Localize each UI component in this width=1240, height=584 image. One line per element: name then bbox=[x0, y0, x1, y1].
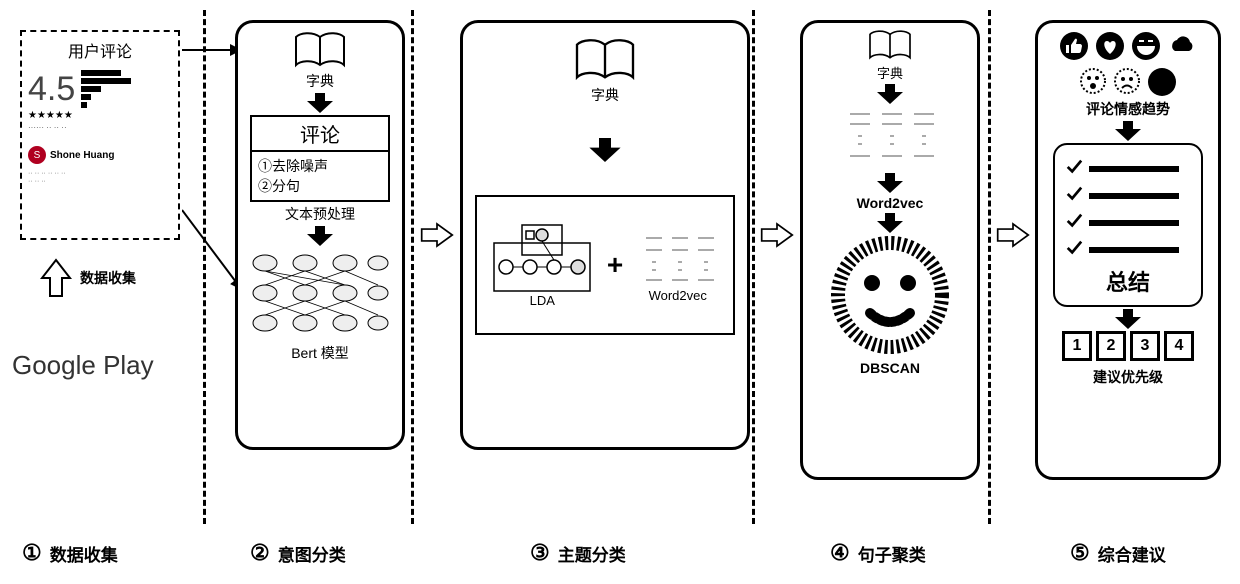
stage-label-1: ① 数据收集 bbox=[22, 540, 118, 566]
rating-value: 4.5 bbox=[28, 70, 75, 109]
topic-panel: 字典 LDA + bbox=[460, 20, 750, 450]
sad-icon bbox=[1113, 67, 1141, 95]
flow-arrow-1 bbox=[420, 220, 454, 250]
avatar: S bbox=[28, 146, 46, 164]
stage-num-5: ⑤ bbox=[1070, 540, 1090, 566]
w2v-label-4: Word2vec bbox=[857, 195, 924, 211]
dbscan-face-icon bbox=[830, 235, 950, 360]
surprised-icon bbox=[1079, 67, 1107, 95]
summary-panel: 评论情感趋势 总结 1 2 3 4 建议优先级 bbox=[1035, 20, 1221, 480]
stage-num-2: ② bbox=[250, 540, 270, 566]
check-item bbox=[1065, 238, 1191, 261]
dictionary-icon bbox=[290, 31, 350, 71]
dbscan-label: DBSCAN bbox=[860, 360, 920, 376]
stage-text-1: 数据收集 bbox=[50, 541, 118, 566]
sentiment-label: 评论情感趋势 bbox=[1086, 99, 1170, 119]
cluster-panel: 字典 Word2vec bbox=[800, 20, 980, 480]
thumbs-up-icon bbox=[1059, 31, 1089, 61]
dictionary-icon-3 bbox=[570, 37, 640, 85]
plus-sign: + bbox=[607, 249, 623, 281]
check-item bbox=[1065, 211, 1191, 234]
down-arrow-5a bbox=[1113, 119, 1143, 143]
emoji-row bbox=[1048, 31, 1208, 97]
dict-label-3: 字典 bbox=[591, 85, 619, 105]
collect-arrow: 数据收集 bbox=[40, 258, 136, 298]
down-arrow-2a bbox=[305, 91, 335, 115]
priority-3: 3 bbox=[1130, 331, 1160, 361]
stage-label-5: ⑤ 综合建议 bbox=[1070, 540, 1166, 566]
lda-label: LDA bbox=[530, 293, 555, 308]
cloud-icon bbox=[1167, 31, 1197, 61]
dictionary-icon-4 bbox=[865, 29, 915, 63]
angry-icon bbox=[1147, 67, 1177, 97]
user-review-title: 用户评论 bbox=[28, 38, 172, 62]
user-review-card: 用户评论 4.5 ★★★★★ ······ ·· ·· ·· S Shone H… bbox=[20, 30, 180, 240]
priority-4: 4 bbox=[1164, 331, 1194, 361]
down-arrow-2b bbox=[305, 224, 335, 248]
down-arrow-4c bbox=[875, 211, 905, 235]
collect-label: 数据收集 bbox=[80, 268, 136, 288]
lda-graph-icon: LDA bbox=[492, 223, 592, 308]
username: Shone Huang bbox=[50, 150, 114, 161]
stage-label-3: ③ 主题分类 bbox=[530, 540, 626, 566]
check-item bbox=[1065, 157, 1191, 180]
summary-label: 总结 bbox=[1065, 265, 1191, 297]
preprocess-step2: ②分句 bbox=[258, 176, 382, 196]
preprocess-label: 文本预处理 bbox=[285, 204, 355, 224]
stage-text-2: 意图分类 bbox=[278, 541, 346, 566]
preprocess-step1: ①去除噪声 bbox=[258, 156, 382, 176]
priority-label: 建议优先级 bbox=[1093, 367, 1163, 387]
check-item bbox=[1065, 184, 1191, 207]
rating-stars: ★★★★★ bbox=[28, 110, 172, 121]
intent-panel: 字典 评论 ①去除噪声 ②分句 文本预处理 bbox=[235, 20, 405, 450]
stage-text-4: 句子聚类 bbox=[858, 541, 926, 566]
stage-num-3: ③ bbox=[530, 540, 550, 566]
stage-label-4: ④ 句子聚类 bbox=[830, 540, 926, 566]
dict-label-2: 字典 bbox=[306, 71, 334, 91]
stage-label-2: ② 意图分类 bbox=[250, 540, 346, 566]
laugh-icon bbox=[1131, 31, 1161, 61]
bert-label: Bert 模型 bbox=[291, 343, 349, 363]
stage-num-1: ① bbox=[22, 540, 42, 566]
dict-label-4: 字典 bbox=[877, 63, 903, 82]
down-arrow-3 bbox=[587, 135, 623, 165]
down-arrow-4a bbox=[875, 82, 905, 106]
stage-text-3: 主题分类 bbox=[558, 541, 626, 566]
flow-arrow-2 bbox=[760, 220, 794, 250]
priority-2: 2 bbox=[1096, 331, 1126, 361]
bert-network-icon bbox=[250, 248, 390, 343]
w2v-label-3: Word2vec bbox=[649, 288, 707, 303]
stage-text-5: 综合建议 bbox=[1098, 541, 1166, 566]
flow-arrow-3 bbox=[996, 220, 1030, 250]
source-label: Google Play bbox=[12, 350, 154, 381]
heart-icon bbox=[1095, 31, 1125, 61]
review-snippet: ·· ·· ·· ·· ·· ···· ·· ·· bbox=[28, 170, 172, 187]
rating-subtext: ······ ·· ·· ·· bbox=[28, 123, 172, 132]
review-box-title: 评论 bbox=[252, 117, 388, 152]
down-arrow-4b bbox=[875, 171, 905, 195]
down-arrow-5b bbox=[1113, 307, 1143, 331]
matrix-icon-4 bbox=[840, 106, 940, 171]
matrix-icon-3: Word2vec bbox=[638, 228, 718, 303]
priority-1: 1 bbox=[1062, 331, 1092, 361]
stage-num-4: ④ bbox=[830, 540, 850, 566]
